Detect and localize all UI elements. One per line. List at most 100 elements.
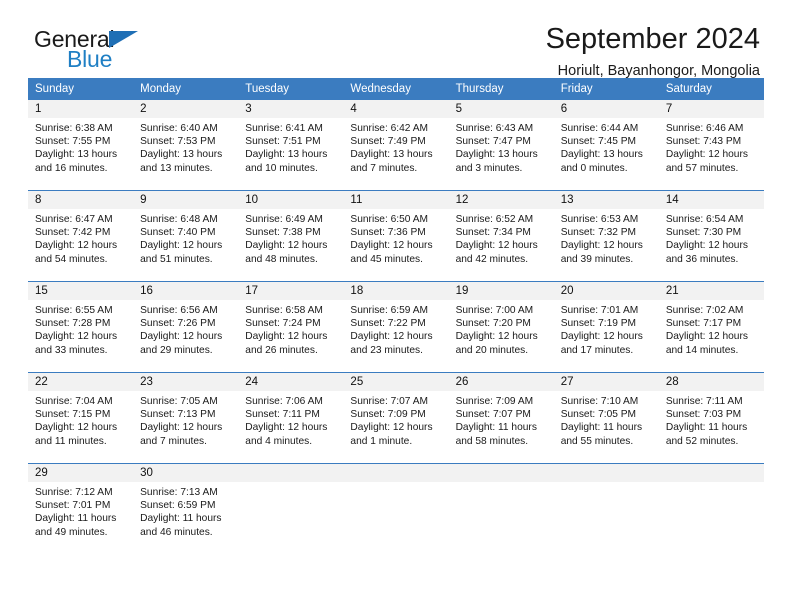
day-number[interactable]: 5 <box>448 100 554 118</box>
day-detail-cell[interactable]: Sunrise: 7:00 AM Sunset: 7:20 PM Daylight:… <box>449 300 554 366</box>
day-number[interactable]: 1 <box>28 100 134 118</box>
day-detail-cell[interactable]: Sunrise: 6:50 AM Sunset: 7:36 PM Daylight:… <box>343 209 448 275</box>
sunset-text: Sunset: 7:07 PM <box>455 409 531 421</box>
day-detail-cell[interactable]: Sunrise: 6:49 AM Sunset: 7:38 PM Daylight:… <box>238 209 343 275</box>
day-number[interactable]: 26 <box>448 373 554 391</box>
day-number[interactable]: 28 <box>658 373 764 391</box>
sunrise-text: Sunrise: 6:38 AM <box>35 123 113 134</box>
week-day-number-row: 8 9 10 11 12 13 14 <box>28 191 764 209</box>
daylight-text-line1: Daylight: 13 hours <box>140 149 223 161</box>
daylight-text-line2: and 46 minutes. <box>140 526 213 538</box>
brand-logo[interactable]: General Blue <box>34 26 264 82</box>
daylight-text-line1: Daylight: 12 hours <box>35 331 118 343</box>
day-number[interactable]: 25 <box>343 373 449 391</box>
calendar-grid: Sunday Monday Tuesday Wednesday Thursday… <box>28 78 764 548</box>
day-detail-cell[interactable]: Sunrise: 6:53 AM Sunset: 7:32 PM Daylight:… <box>554 209 659 275</box>
day-cell-empty <box>553 464 659 482</box>
daylight-text-line2: and 1 minute. <box>350 435 413 447</box>
sunset-text: Sunset: 7:28 PM <box>35 318 111 330</box>
day-number[interactable]: 21 <box>658 282 764 300</box>
sunrise-text: Sunrise: 7:00 AM <box>455 305 534 316</box>
week-day-detail-row: Sunrise: 6:55 AM Sunset: 7:28 PM Daylight:… <box>28 300 764 366</box>
page-title: September 2024 <box>545 23 760 55</box>
day-detail-cell[interactable]: Sunrise: 6:41 AM Sunset: 7:51 PM Daylight:… <box>238 118 343 184</box>
day-detail-cell[interactable]: Sunrise: 7:12 AM Sunset: 7:01 PM Daylight:… <box>28 482 133 548</box>
calendar-week-row: 1 2 3 4 5 6 7 Sunrise: 6:38 AM Sunset: 7:55 PM Da… <box>28 100 764 184</box>
day-detail-cell[interactable]: Sunrise: 6:38 AM Sunset: 7:55 PM Daylight:… <box>28 118 133 184</box>
day-number[interactable]: 17 <box>238 282 344 300</box>
day-detail-cell[interactable]: Sunrise: 6:55 AM Sunset: 7:28 PM Daylight:… <box>28 300 133 366</box>
day-number[interactable]: 3 <box>238 100 344 118</box>
daylight-text-line2: and 20 minutes. <box>455 344 529 356</box>
day-number[interactable]: 11 <box>343 191 449 209</box>
day-detail-cell[interactable]: Sunrise: 6:56 AM Sunset: 7:26 PM Daylight:… <box>133 300 238 366</box>
day-number[interactable]: 4 <box>343 100 449 118</box>
day-detail-cell[interactable]: Sunrise: 7:09 AM Sunset: 7:07 PM Daylight:… <box>449 391 554 457</box>
day-detail-cell[interactable]: Sunrise: 6:54 AM Sunset: 7:30 PM Daylight:… <box>659 209 764 275</box>
day-number[interactable]: 2 <box>133 100 239 118</box>
title-block: September 2024 Horiult, Bayanhongor, Mon… <box>546 22 760 81</box>
day-detail-cell[interactable]: Sunrise: 7:02 AM Sunset: 7:17 PM Daylight:… <box>659 300 764 366</box>
day-number[interactable]: 15 <box>28 282 134 300</box>
page-header: General Blue September 2024 Horiult, Bay… <box>28 0 764 79</box>
sunset-text: Sunset: 7:32 PM <box>560 227 637 239</box>
sunset-text: Sunset: 7:49 PM <box>350 136 426 148</box>
daylight-text-line1: Daylight: 12 hours <box>245 240 328 252</box>
sunset-text: Sunset: 7:45 PM <box>560 136 637 148</box>
day-number[interactable]: 9 <box>133 191 239 209</box>
day-number[interactable]: 23 <box>133 373 239 391</box>
day-detail-cell[interactable]: Sunrise: 6:59 AM Sunset: 7:22 PM Daylight:… <box>343 300 448 366</box>
day-number[interactable]: 27 <box>553 373 659 391</box>
day-detail-cell[interactable]: Sunrise: 7:07 AM Sunset: 7:09 PM Daylight:… <box>343 391 448 457</box>
day-detail-cell[interactable]: Sunrise: 7:11 AM Sunset: 7:03 PM Daylight:… <box>659 391 764 457</box>
day-number[interactable]: 19 <box>448 282 554 300</box>
day-detail-cell[interactable]: Sunrise: 6:58 AM Sunset: 7:24 PM Daylight:… <box>238 300 343 366</box>
sunrise-text: Sunrise: 6:46 AM <box>665 123 744 134</box>
day-detail-cell[interactable]: Sunrise: 6:48 AM Sunset: 7:40 PM Daylight:… <box>133 209 238 275</box>
daylight-text-line2: and 26 minutes. <box>245 344 318 356</box>
sunset-text: Sunset: 7:11 PM <box>245 409 320 421</box>
day-detail-cell[interactable]: Sunrise: 6:43 AM Sunset: 7:47 PM Daylight:… <box>449 118 554 184</box>
day-detail-cell[interactable]: Sunrise: 7:13 AM Sunset: 6:59 PM Daylight:… <box>133 482 238 548</box>
day-number[interactable]: 16 <box>133 282 239 300</box>
day-number[interactable]: 8 <box>28 191 134 209</box>
day-number[interactable]: 18 <box>343 282 449 300</box>
day-detail-cell[interactable]: Sunrise: 6:40 AM Sunset: 7:53 PM Daylight:… <box>133 118 238 184</box>
sunset-text: Sunset: 7:26 PM <box>140 318 216 330</box>
day-number[interactable]: 24 <box>238 373 344 391</box>
daylight-text-line1: Daylight: 12 hours <box>455 240 538 252</box>
calendar-page: General Blue September 2024 Horiult, Bay… <box>0 0 792 612</box>
day-detail-cell[interactable]: Sunrise: 6:46 AM Sunset: 7:43 PM Daylight:… <box>659 118 764 184</box>
day-detail-cell[interactable]: Sunrise: 7:06 AM Sunset: 7:11 PM Daylight:… <box>238 391 343 457</box>
daylight-text-line1: Daylight: 11 hours <box>665 422 748 434</box>
day-number[interactable]: 14 <box>658 191 764 209</box>
day-number[interactable]: 29 <box>28 464 134 482</box>
day-number[interactable]: 7 <box>658 100 764 118</box>
daylight-text-line1: Daylight: 12 hours <box>140 331 223 343</box>
day-detail-cell[interactable]: Sunrise: 7:05 AM Sunset: 7:13 PM Daylight:… <box>133 391 238 457</box>
day-number[interactable]: 22 <box>28 373 134 391</box>
day-detail-cell[interactable]: Sunrise: 6:47 AM Sunset: 7:42 PM Daylight:… <box>28 209 133 275</box>
sunset-text: Sunset: 7:01 PM <box>35 500 111 512</box>
daylight-text-line1: Daylight: 13 hours <box>560 149 643 161</box>
day-detail-cell[interactable]: Sunrise: 6:44 AM Sunset: 7:45 PM Daylight:… <box>554 118 659 184</box>
day-detail-empty <box>343 482 448 548</box>
daylight-text-line1: Daylight: 12 hours <box>35 240 118 252</box>
day-number[interactable]: 12 <box>448 191 554 209</box>
day-detail-cell[interactable]: Sunrise: 6:52 AM Sunset: 7:34 PM Daylight:… <box>449 209 554 275</box>
day-detail-cell[interactable]: Sunrise: 7:10 AM Sunset: 7:05 PM Daylight:… <box>554 391 659 457</box>
sunrise-text: Sunrise: 6:47 AM <box>35 214 113 225</box>
day-number[interactable]: 10 <box>238 191 344 209</box>
daylight-text-line1: Daylight: 12 hours <box>350 422 433 434</box>
weekday-header-thursday: Thursday <box>455 83 504 95</box>
sunrise-text: Sunrise: 7:02 AM <box>665 305 744 316</box>
day-number[interactable]: 20 <box>553 282 659 300</box>
day-number[interactable]: 13 <box>553 191 659 209</box>
sunset-text: Sunset: 7:40 PM <box>140 227 216 239</box>
day-detail-cell[interactable]: Sunrise: 7:01 AM Sunset: 7:19 PM Daylight:… <box>554 300 659 366</box>
day-number[interactable]: 6 <box>553 100 659 118</box>
daylight-text-line1: Daylight: 13 hours <box>35 149 118 161</box>
day-detail-cell[interactable]: Sunrise: 7:04 AM Sunset: 7:15 PM Daylight:… <box>28 391 133 457</box>
day-detail-cell[interactable]: Sunrise: 6:42 AM Sunset: 7:49 PM Daylight:… <box>343 118 448 184</box>
day-number[interactable]: 30 <box>133 464 239 482</box>
